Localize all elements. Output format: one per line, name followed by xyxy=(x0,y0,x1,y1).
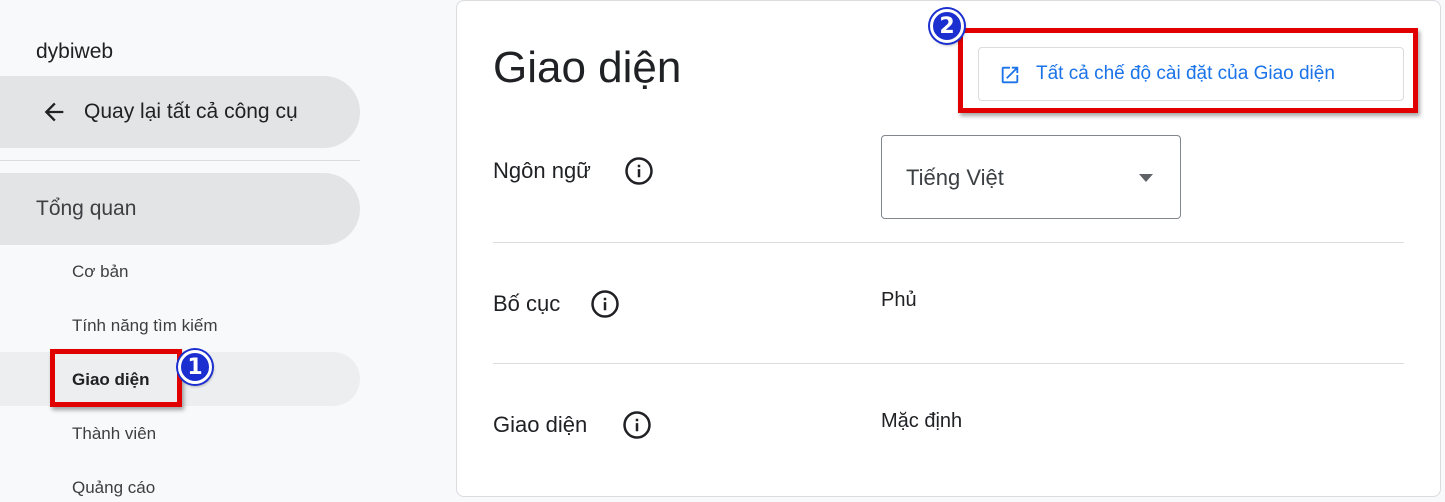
sidebar-item-ads[interactable]: Quảng cáo xyxy=(72,478,155,498)
theme-value: Mặc định xyxy=(881,410,963,432)
language-select-value: Tiếng Việt xyxy=(906,165,1004,190)
row-divider xyxy=(493,363,1404,364)
sidebar-item-basic[interactable]: Cơ bản xyxy=(72,262,129,282)
sidebar-item-search-features[interactable]: Tính năng tìm kiếm xyxy=(72,316,218,336)
back-to-all-tools-label: Quay lại tất cả công cụ xyxy=(84,100,298,123)
site-name: dybiweb xyxy=(36,40,114,63)
caret-down-icon xyxy=(1139,174,1153,182)
info-icon[interactable] xyxy=(622,410,652,440)
back-to-all-tools-button[interactable]: Quay lại tất cả công cụ xyxy=(0,76,360,148)
sidebar: dybiweb Quay lại tất cả công cụ Tổng qua… xyxy=(0,0,380,502)
sidebar-item-overview[interactable]: Tổng quan xyxy=(0,173,360,245)
sidebar-item-members[interactable]: Thành viên xyxy=(72,424,156,444)
row-divider xyxy=(493,242,1404,243)
sidebar-divider xyxy=(0,160,360,161)
callout-highlight-appearance xyxy=(50,349,182,407)
callout-badge-1: 1 xyxy=(178,350,212,384)
page-title: Giao diện xyxy=(493,43,682,92)
layout-value: Phủ xyxy=(881,289,917,311)
language-label: Ngôn ngữ xyxy=(493,158,591,183)
arrow-back-icon xyxy=(44,102,64,122)
info-icon[interactable] xyxy=(624,156,654,186)
callout-highlight-all-settings xyxy=(958,28,1418,113)
language-select[interactable]: Tiếng Việt xyxy=(881,135,1181,219)
theme-label: Giao diện xyxy=(493,412,588,437)
sidebar-item-overview-label: Tổng quan xyxy=(36,197,137,220)
layout-label: Bố cục xyxy=(493,291,561,316)
info-icon[interactable] xyxy=(590,289,620,319)
callout-badge-2: 2 xyxy=(930,9,964,43)
